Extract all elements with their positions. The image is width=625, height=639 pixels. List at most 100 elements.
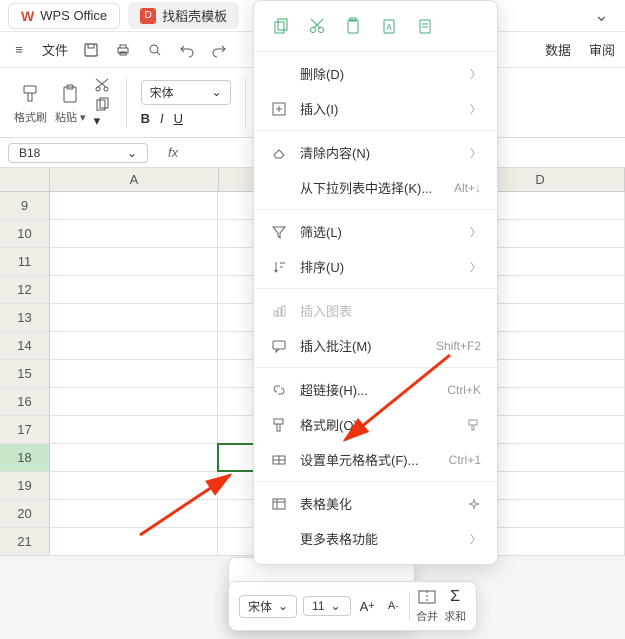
name-box[interactable]: B18⌄ [8,143,148,163]
cell[interactable] [50,332,218,359]
file-menu[interactable]: 文件 [42,40,68,59]
menu-sort[interactable]: 排序(U)〉 [254,249,497,284]
format-painter-button[interactable]: 格式刷 [14,81,47,125]
save-icon[interactable] [82,41,100,59]
row-header[interactable]: 10 [0,220,50,247]
tab-label: 找稻壳模板 [162,6,227,25]
eraser-icon [270,145,288,161]
row-header[interactable]: 13 [0,304,50,331]
menu-insert[interactable]: 插入(I)〉 [254,91,497,126]
cell[interactable] [50,248,218,275]
mini-size-select[interactable]: 11⌄ [303,596,351,616]
cell[interactable] [50,500,218,527]
cell[interactable] [50,276,218,303]
cell[interactable] [50,388,218,415]
chevron-right-icon: 〉 [470,259,481,275]
row-header[interactable]: 16 [0,388,50,415]
bold-button[interactable]: B [141,111,150,126]
menu-filter[interactable]: 筛选(L)〉 [254,214,497,249]
cell[interactable] [50,472,218,499]
format-painter-icon [270,417,288,433]
menu-beautify[interactable]: 表格美化 [254,486,497,521]
row-header[interactable]: 14 [0,332,50,359]
table-style-icon [270,496,288,512]
chevron-down-icon: ⌄ [331,599,341,613]
chevron-down-icon: ⌄ [127,146,137,160]
format-painter-label: 格式刷 [14,109,47,125]
chevron-right-icon: 〉 [470,145,481,161]
wps-logo-icon: W [21,8,34,24]
menu-data[interactable]: 数据 [545,40,571,59]
row-header[interactable]: 17 [0,416,50,443]
cell-format-icon [270,452,288,468]
row-header[interactable]: 9 [0,192,50,219]
paste-special-icon[interactable] [414,15,436,37]
context-menu: A 删除(D)〉 插入(I)〉 清除内容(N)〉 从下拉列表中选择(K)...A… [253,0,498,565]
mini-sum-button[interactable]: Σ 求和 [444,588,466,624]
daoke-logo-icon: D [140,8,156,24]
menu-hyperlink[interactable]: 超链接(H)...Ctrl+K [254,372,497,407]
cell[interactable] [50,528,218,555]
cell[interactable] [50,220,218,247]
menu-more-table[interactable]: 更多表格功能〉 [254,521,497,556]
cell[interactable] [50,360,218,387]
underline-button[interactable]: U [174,111,183,126]
redo-icon[interactable] [210,41,228,59]
hamburger-icon[interactable]: ≡ [10,41,28,59]
menu-clear-contents[interactable]: 清除内容(N)〉 [254,135,497,170]
undo-icon[interactable] [178,41,196,59]
row-header[interactable]: 18 [0,444,50,471]
menu-insert-comment[interactable]: 插入批注(M)Shift+F2 [254,328,497,363]
row-header[interactable]: 21 [0,528,50,555]
paste-text-icon[interactable]: A [378,15,400,37]
row-header[interactable]: 12 [0,276,50,303]
cell[interactable] [50,416,218,443]
paste-icon[interactable] [342,15,364,37]
svg-text:A: A [386,23,392,32]
dropdown-icon[interactable]: ⌄ [586,5,617,26]
menu-insert-chart: 插入图表 [254,293,497,328]
tab-daoke-templates[interactable]: D 找稻壳模板 [128,2,239,29]
magic-icon [467,497,481,511]
mini-merge-button[interactable]: 合并 [416,588,438,624]
row-header[interactable]: 19 [0,472,50,499]
separator [245,78,246,128]
menu-select-from-list[interactable]: 从下拉列表中选择(K)...Alt+↓ [254,170,497,205]
mini-font-select[interactable]: 宋体⌄ [239,595,297,618]
italic-button[interactable]: I [160,111,164,126]
select-all-corner[interactable] [0,168,50,191]
copy-icon[interactable]: ▾ [94,97,112,129]
cell[interactable] [50,444,218,471]
menu-review[interactable]: 审阅 [589,40,615,59]
increase-font-icon[interactable]: A+ [357,597,377,615]
chevron-right-icon: 〉 [470,101,481,117]
paste-label: 粘贴 ▾ [55,109,86,125]
font-family-select[interactable]: 宋体⌄ [141,80,231,105]
row-header[interactable]: 11 [0,248,50,275]
menu-format-painter[interactable]: 格式刷(O) [254,407,497,442]
chart-icon [270,303,288,319]
menu-delete[interactable]: 删除(D)〉 [254,56,497,91]
fx-button[interactable]: fx [168,145,178,160]
paste-button[interactable]: 粘贴 ▾ [55,81,86,125]
sigma-icon: Σ [445,588,465,606]
menu-cell-format[interactable]: 设置单元格格式(F)...Ctrl+1 [254,442,497,477]
tab-wps-office[interactable]: W WPS Office [8,3,120,29]
decrease-font-icon[interactable]: A- [383,597,403,615]
mini-toolbar: 宋体⌄ 11⌄ A+ A- 合并 Σ 求和 [228,581,477,631]
chevron-right-icon: 〉 [470,66,481,82]
print-icon[interactable] [114,41,132,59]
cut-icon[interactable] [306,15,328,37]
merge-icon [417,588,437,606]
copy-icon[interactable] [270,15,292,37]
row-header[interactable]: 20 [0,500,50,527]
brush-icon [467,418,481,432]
cut-icon[interactable] [94,77,112,93]
preview-icon[interactable] [146,41,164,59]
cell[interactable] [50,304,218,331]
col-header-a[interactable]: A [50,168,219,191]
tab-label: WPS Office [40,8,107,23]
link-icon [270,382,288,398]
row-header[interactable]: 15 [0,360,50,387]
cell[interactable] [50,192,218,219]
